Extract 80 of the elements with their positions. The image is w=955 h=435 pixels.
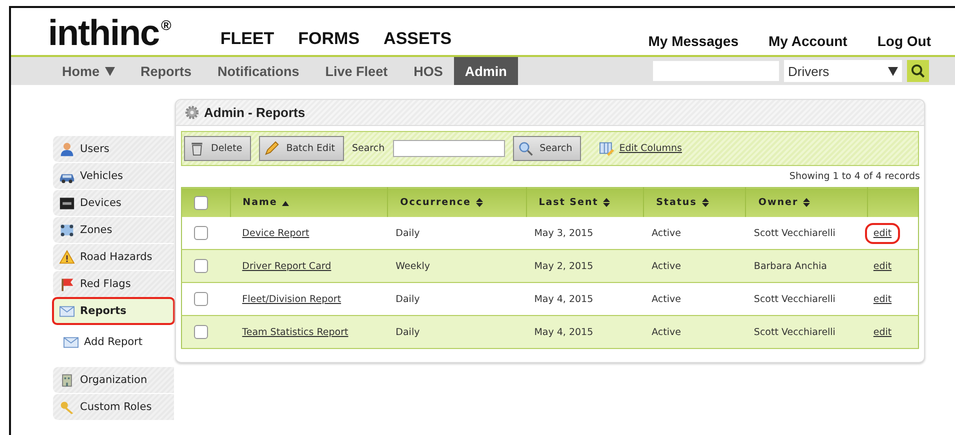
- panel-title: Admin - Reports: [204, 105, 306, 120]
- device-icon: [59, 196, 75, 210]
- envelope-icon: [63, 334, 79, 350]
- account-link[interactable]: My Account: [768, 33, 848, 49]
- table-cell: Barbara Anchia: [754, 260, 827, 272]
- caret-icon: [888, 66, 898, 76]
- nav-tab[interactable]: Live Fleet: [314, 57, 399, 85]
- caret-icon: [104, 66, 115, 76]
- record-count: Showing 1 to 4 of 4 records: [788, 170, 921, 184]
- row-checkbox[interactable]: [194, 226, 208, 240]
- account-link[interactable]: Log Out: [877, 33, 931, 49]
- nav-tab[interactable]: Reports: [130, 57, 203, 85]
- table-cell: Scott Vecchiarelli: [754, 294, 836, 304]
- table-cell: May 4, 2015: [534, 326, 594, 338]
- row-checkbox[interactable]: [194, 259, 208, 273]
- table-cell: Scott Vecchiarelli: [754, 228, 836, 238]
- logo: inthinc$^{®}$: [48, 15, 170, 55]
- table-cell: Daily: [396, 294, 420, 304]
- table-cell: May 2, 2015: [534, 260, 594, 272]
- warning-icon: [59, 250, 75, 264]
- search-icon: [518, 141, 534, 156]
- table-cell: May 3, 2015: [534, 228, 594, 238]
- nav-tab[interactable]: Home: [51, 57, 126, 85]
- report-name-link[interactable]: Driver Report Card: [242, 260, 332, 272]
- search-button[interactable]: [907, 60, 929, 82]
- column-header[interactable]: Owner: [758, 197, 810, 208]
- search-field[interactable]: [392, 140, 505, 157]
- sidebar-link[interactable]: Add Report: [53, 325, 174, 359]
- report-name-link[interactable]: Device Report: [242, 228, 310, 238]
- row-checkbox[interactable]: [194, 292, 208, 306]
- flag-icon: [59, 276, 75, 292]
- search-label: Search: [352, 143, 385, 154]
- nav-tab[interactable]: Admin: [454, 57, 518, 85]
- gear-icon: [184, 105, 200, 120]
- column-header[interactable]: Status: [656, 197, 709, 208]
- sidebar-item[interactable]: Reports: [53, 298, 174, 324]
- key-icon: [59, 400, 75, 414]
- top-nav-link[interactable]: FLEET: [220, 29, 274, 49]
- table-cell: Active: [652, 326, 681, 338]
- sidebar-item[interactable]: Road Hazards: [53, 244, 174, 270]
- account-link[interactable]: My Messages: [648, 33, 739, 49]
- scope-dropdown[interactable]: Drivers: [784, 60, 902, 82]
- sidebar-item[interactable]: Users: [53, 136, 174, 162]
- sidebar-item[interactable]: Red Flags: [53, 271, 174, 297]
- zones-icon: [59, 222, 75, 238]
- building-icon: [59, 372, 75, 388]
- table-cell: Active: [652, 260, 681, 272]
- trash-icon: [189, 141, 205, 156]
- sidebar-item[interactable]: Zones: [53, 217, 174, 243]
- person-icon: [59, 142, 75, 156]
- search-icon: [911, 64, 925, 78]
- search-button[interactable]: Search: [512, 136, 582, 161]
- sidebar-item[interactable]: Organization: [53, 367, 174, 393]
- columns-icon: [599, 141, 616, 156]
- table-cell: Daily: [396, 228, 420, 238]
- sidebar-item[interactable]: Vehicles: [53, 163, 174, 189]
- sidebar-item[interactable]: Devices: [53, 190, 174, 216]
- table-cell: May 4, 2015: [534, 294, 594, 304]
- sidebar-item[interactable]: Custom Roles: [53, 394, 174, 420]
- report-name-link[interactable]: Fleet/Division Report: [242, 294, 342, 304]
- pencil-icon: [264, 141, 280, 156]
- batch-edit-button[interactable]: Batch Edit: [259, 136, 344, 161]
- row-checkbox[interactable]: [194, 325, 208, 339]
- table-cell: Active: [652, 228, 681, 238]
- select-all-checkbox[interactable]: [194, 196, 208, 210]
- top-nav-link[interactable]: FORMS: [298, 29, 360, 49]
- table-cell: Daily: [396, 326, 420, 338]
- search-field[interactable]: [653, 61, 779, 81]
- edit-link[interactable]: edit: [867, 290, 898, 308]
- table-cell: Scott Vecchiarelli: [754, 326, 836, 338]
- column-header[interactable]: Name: [242, 197, 290, 208]
- nav-tab[interactable]: HOS: [402, 57, 454, 85]
- edit-columns-link[interactable]: Edit Columns: [599, 141, 682, 156]
- delete-button[interactable]: Delete: [184, 136, 252, 161]
- envelope-icon: [59, 304, 75, 318]
- top-nav-link[interactable]: ASSETS: [384, 29, 452, 49]
- nav-tab[interactable]: Notifications: [206, 57, 310, 85]
- table-cell: Active: [652, 294, 681, 304]
- edit-link[interactable]: edit: [867, 224, 898, 242]
- table-cell: Weekly: [396, 260, 430, 272]
